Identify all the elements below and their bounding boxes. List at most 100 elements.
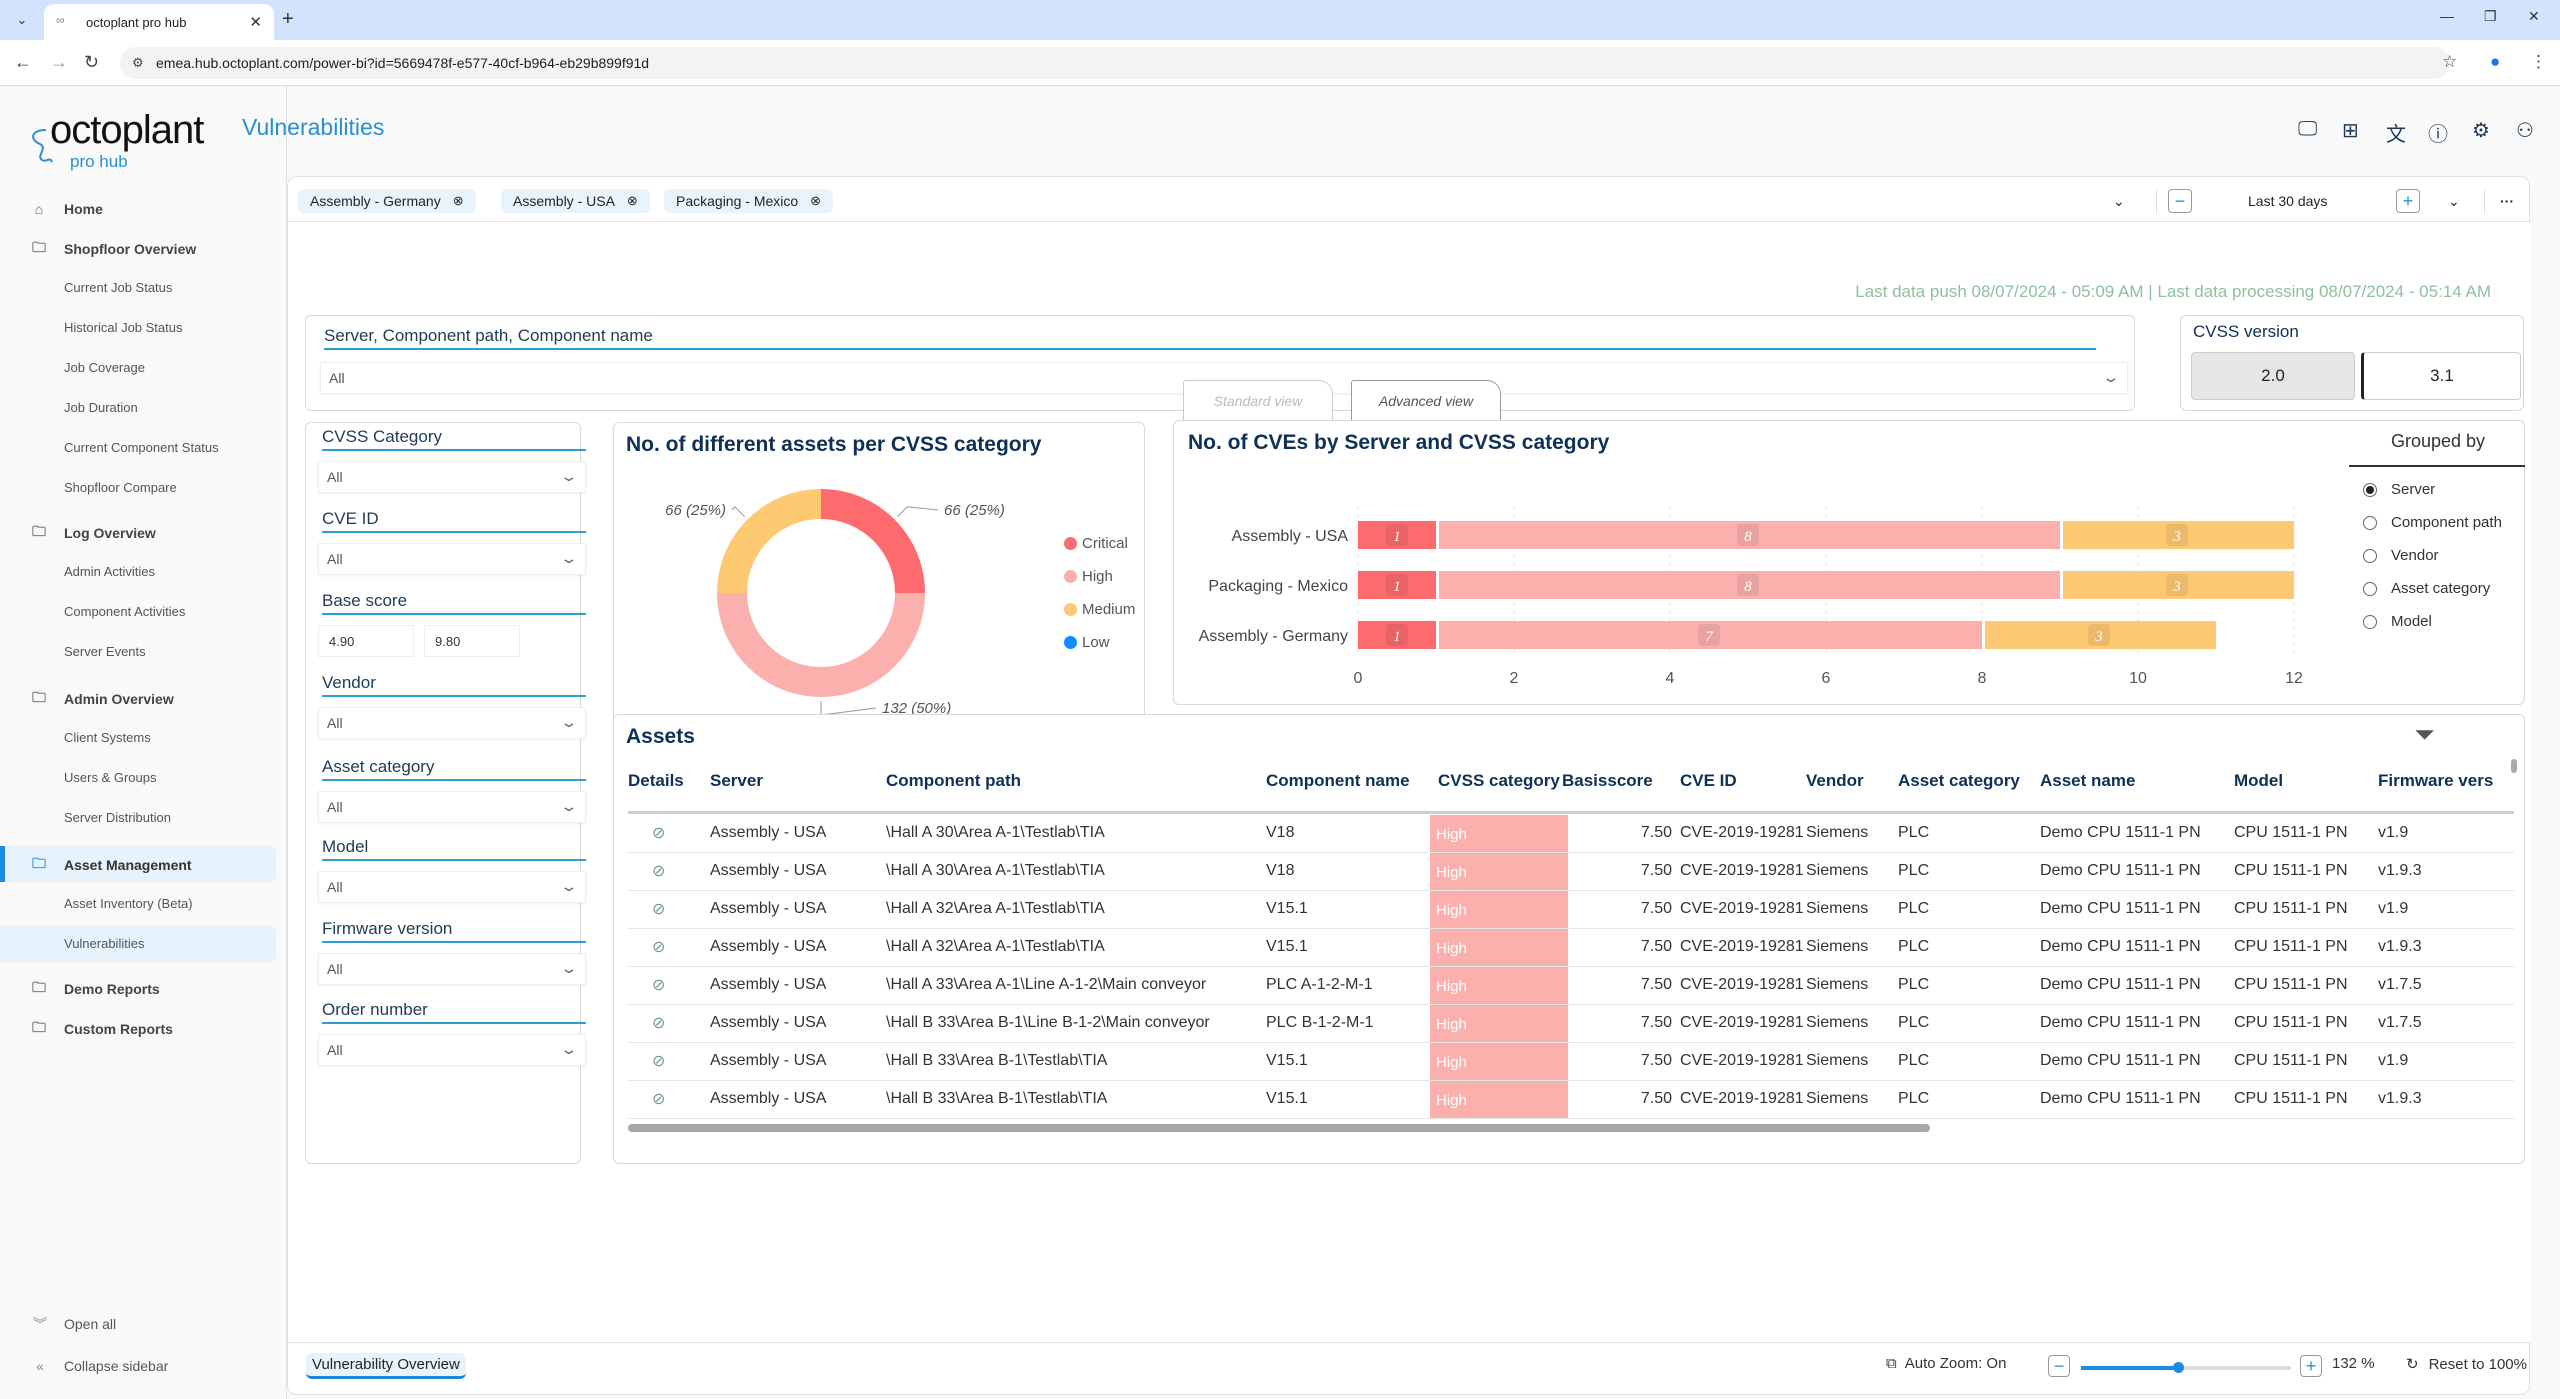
column-header-details[interactable]: Details: [628, 771, 684, 791]
filter-dropdown-asset-category[interactable]: All ⌄: [318, 791, 586, 823]
table-row[interactable]: High ⊘ Assembly - USA \Hall A 33\Area A-1\L…: [614, 967, 2514, 1005]
column-header-server[interactable]: Server: [710, 771, 763, 791]
browser-tab[interactable]: ∞ octoplant pro hub ✕: [44, 4, 274, 40]
restore-icon[interactable]: ❐: [2484, 8, 2497, 25]
table-row[interactable]: High ⊘ Assembly - USA \Hall A 32\Area A-1\T…: [614, 891, 2514, 929]
details-link-icon[interactable]: ⊘: [652, 899, 665, 919]
remove-chip-icon[interactable]: ⊗: [453, 193, 464, 209]
collapse-sidebar-button[interactable]: « Collapse sidebar: [30, 1358, 168, 1374]
column-header-cve-id[interactable]: CVE ID: [1680, 771, 1737, 791]
filter-dropdown-model[interactable]: All ⌄: [318, 871, 586, 903]
filter-chip[interactable]: Assembly - USA ⊗: [501, 189, 650, 213]
donut-slice-medium[interactable]: [717, 489, 821, 593]
details-link-icon[interactable]: ⊘: [652, 1089, 665, 1109]
legend-item-medium[interactable]: Medium: [1064, 601, 1135, 618]
zoom-out-button[interactable]: −: [2048, 1355, 2070, 1377]
bookmark-star-icon[interactable]: ☆: [2442, 52, 2457, 72]
filter-dropdown-cve-id[interactable]: All ⌄: [318, 543, 586, 575]
group-by-asset-category[interactable]: Asset category: [2363, 580, 2490, 597]
remove-chip-icon[interactable]: ⊗: [627, 193, 638, 209]
reload-icon[interactable]: ↻: [84, 52, 99, 73]
table-row[interactable]: High ⊘ Assembly - USA \Hall B 33\Area B-1\T…: [614, 1081, 2514, 1119]
time-decrement-button[interactable]: −: [2168, 189, 2192, 213]
time-range-label[interactable]: Last 30 days: [2248, 189, 2327, 213]
minimize-icon[interactable]: —: [2440, 8, 2454, 24]
time-range-chevron-icon[interactable]: ⌄: [2448, 189, 2460, 213]
sidebar-item-server-distribution[interactable]: Server Distribution: [64, 810, 171, 825]
donut-slice-high[interactable]: [717, 593, 925, 697]
tab-standard-view[interactable]: Standard view: [1183, 380, 1333, 420]
site-settings-icon[interactable]: ⚙: [132, 55, 144, 71]
group-by-component-path[interactable]: Component path: [2363, 514, 2502, 531]
filter-chip[interactable]: Packaging - Mexico ⊗: [664, 189, 834, 213]
settings-gear-icon[interactable]: ⚙: [2472, 118, 2490, 143]
table-row[interactable]: High ⊘ Assembly - USA \Hall A 32\Area A-1\T…: [614, 929, 2514, 967]
sidebar-item-job-duration[interactable]: Job Duration: [64, 400, 138, 415]
filter-dropdown-cvss-category[interactable]: All ⌄: [318, 461, 586, 493]
sidebar-section-demo-reports[interactable]: 🗀 Demo Reports: [28, 978, 160, 1000]
base-score-max-input[interactable]: 9.80: [424, 625, 520, 657]
sidebar-item-component-activities[interactable]: Component Activities: [64, 604, 185, 619]
help-icon[interactable]: ⓘ: [2428, 118, 2448, 147]
column-header-basisscore[interactable]: Basisscore: [1562, 771, 1653, 791]
sidebar-item-vulnerabilities[interactable]: Vulnerabilities: [64, 936, 144, 951]
legend-item-critical[interactable]: Critical: [1064, 535, 1128, 552]
sidebar-item-server-events[interactable]: Server Events: [64, 644, 146, 659]
page-tab-vulnerability-overview[interactable]: Vulnerability Overview: [306, 1353, 466, 1379]
profile-icon[interactable]: ●: [2490, 52, 2500, 72]
forward-icon[interactable]: →: [50, 52, 68, 73]
table-row[interactable]: High ⊘ Assembly - USA \Hall B 33\Area B-1\T…: [614, 1043, 2514, 1081]
column-header-model[interactable]: Model: [2234, 771, 2283, 791]
sidebar-section-admin-overview[interactable]: 🗀 Admin Overview: [28, 688, 174, 710]
sidebar-item-shopfloor-compare[interactable]: Shopfloor Compare: [64, 480, 177, 495]
reset-zoom-button[interactable]: ↻ Reset to 100%: [2406, 1355, 2527, 1374]
table-row[interactable]: High ⊘ Assembly - USA \Hall A 30\Area A-1\T…: [614, 815, 2514, 853]
sidebar-item-current-job-status[interactable]: Current Job Status: [64, 280, 172, 295]
tab-advanced-view[interactable]: Advanced view: [1351, 380, 1501, 420]
sidebar-section-home[interactable]: ⌂ Home: [28, 198, 103, 220]
remove-chip-icon[interactable]: ⊗: [810, 193, 821, 209]
apps-grid-icon[interactable]: ⊞: [2342, 118, 2359, 143]
sidebar-item-job-coverage[interactable]: Job Coverage: [64, 360, 145, 375]
more-options-icon[interactable]: ···: [2500, 189, 2514, 213]
cvss-version-2-button[interactable]: 2.0: [2191, 352, 2355, 400]
details-link-icon[interactable]: ⊘: [652, 861, 665, 881]
sidebar-item-historical-job-status[interactable]: Historical Job Status: [64, 320, 183, 335]
new-tab-button[interactable]: +: [282, 8, 294, 31]
sidebar-item-admin-activities[interactable]: Admin Activities: [64, 564, 155, 579]
column-header-asset-name[interactable]: Asset name: [2040, 771, 2135, 791]
sidebar-section-asset-management[interactable]: 🗀 Asset Management: [28, 854, 192, 876]
details-link-icon[interactable]: ⊘: [652, 937, 665, 957]
zoom-slider[interactable]: [2081, 1362, 2291, 1373]
group-by-model[interactable]: Model: [2363, 613, 2432, 630]
close-window-icon[interactable]: ✕: [2528, 8, 2540, 25]
sidebar-item-asset-inventory-beta-[interactable]: Asset Inventory (Beta): [64, 896, 193, 911]
auto-zoom-toggle[interactable]: ⧉ Auto Zoom: On: [1886, 1355, 2006, 1372]
details-link-icon[interactable]: ⊘: [652, 1051, 665, 1071]
sidebar-section-log-overview[interactable]: 🗀 Log Overview: [28, 522, 156, 544]
details-link-icon[interactable]: ⊘: [652, 1013, 665, 1033]
sidebar-section-shopfloor-overview[interactable]: 🗀 Shopfloor Overview: [28, 238, 196, 260]
close-tab-icon[interactable]: ✕: [249, 13, 262, 31]
sidebar-item-users-groups[interactable]: Users & Groups: [64, 770, 156, 785]
filter-dropdown-order-number[interactable]: All ⌄: [318, 1034, 586, 1066]
legend-item-low[interactable]: Low: [1064, 634, 1110, 651]
details-link-icon[interactable]: ⊘: [652, 823, 665, 843]
filter-funnel-icon[interactable]: ⏷: [2414, 719, 2435, 751]
filter-dropdown-vendor[interactable]: All ⌄: [318, 707, 586, 739]
column-header-asset-category[interactable]: Asset category: [1898, 771, 2020, 791]
column-header-component-path[interactable]: Component path: [886, 771, 1021, 791]
table-row[interactable]: High ⊘ Assembly - USA \Hall B 33\Area B-1\L…: [614, 1005, 2514, 1043]
filter-expand-chevron-icon[interactable]: ⌄: [2113, 189, 2125, 213]
open-all-button[interactable]: ︾ Open all: [30, 1314, 116, 1334]
table-row[interactable]: High ⊘ Assembly - USA \Hall A 30\Area A-1\T…: [614, 853, 2514, 891]
column-header-firmware-vers[interactable]: Firmware vers: [2378, 771, 2493, 791]
vertical-scrollbar[interactable]: [2511, 759, 2517, 773]
donut-slice-critical[interactable]: [821, 489, 925, 593]
sidebar-section-custom-reports[interactable]: 🗀 Custom Reports: [28, 1018, 173, 1040]
horizontal-scrollbar[interactable]: [628, 1124, 1930, 1132]
browser-menu-icon[interactable]: ⋮: [2530, 52, 2547, 72]
group-by-vendor[interactable]: Vendor: [2363, 547, 2439, 564]
url-field[interactable]: ⚙ emea.hub.octoplant.com/power-bi?id=566…: [120, 47, 2450, 79]
tab-search-button[interactable]: ⌄: [8, 6, 36, 34]
